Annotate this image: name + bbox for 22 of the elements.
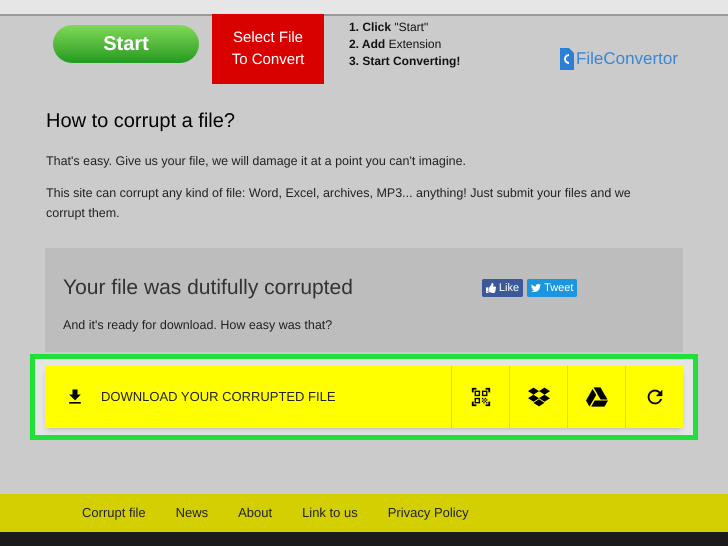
footer-link[interactable]: About <box>238 503 272 523</box>
step-text: 1. Click "Start" <box>349 19 430 36</box>
logo-text: FileConvertor <box>576 48 678 70</box>
footer-link[interactable]: Privacy Policy <box>388 503 469 523</box>
triangle-icon <box>586 386 608 408</box>
logo-icon <box>558 48 574 70</box>
article-heading: How to corrupt a file? <box>46 109 236 134</box>
footer-link[interactable]: Corrupt file <box>82 503 146 523</box>
step-text: 2. Add Extension <box>349 36 442 53</box>
step-text: 3. Start Converting! <box>349 53 460 70</box>
open-box-icon <box>528 386 550 408</box>
footer-link[interactable]: News <box>176 503 208 523</box>
qr-code-icon <box>470 386 492 408</box>
footer-link[interactable]: Link to us <box>302 503 358 523</box>
bird-icon <box>531 282 542 293</box>
like-button[interactable]: Like <box>482 278 524 297</box>
article-paragraph: That's easy. Give us your file, we will damage it at a point you can't imagine. <box>46 153 468 170</box>
result-message: And it's ready for download. How easy was that? <box>63 316 334 334</box>
article-paragraph: This site can corrupt any kind of file: Word, Excel, archives, MP3... anything! Just submit your files and we corrupt them. <box>46 185 632 222</box>
result-title: Your file was dutifully corrupted <box>63 275 353 301</box>
select-file-button[interactable]: Select File To Convert <box>212 14 324 84</box>
thumbs-up-icon <box>486 282 496 293</box>
